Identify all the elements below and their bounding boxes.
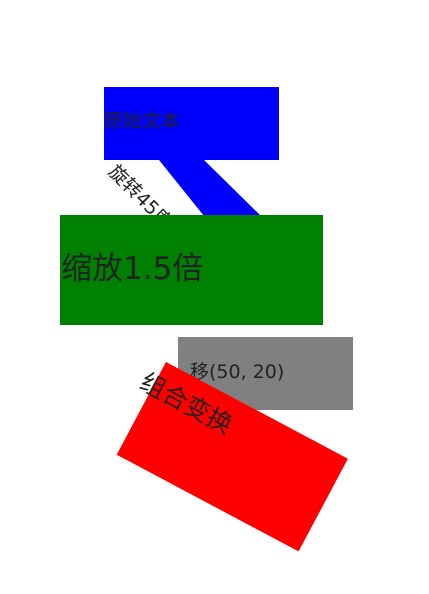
transform-demo-canvas: 原始文本 旋转45度 缩放1.5倍 移(50, 20) 组合变换 (0, 0, 429, 594)
original-text-label: 原始文本 (104, 110, 181, 132)
translated-text-label: 移(50, 20) (190, 361, 285, 383)
scaled-text-label: 缩放1.5倍 (61, 251, 204, 287)
